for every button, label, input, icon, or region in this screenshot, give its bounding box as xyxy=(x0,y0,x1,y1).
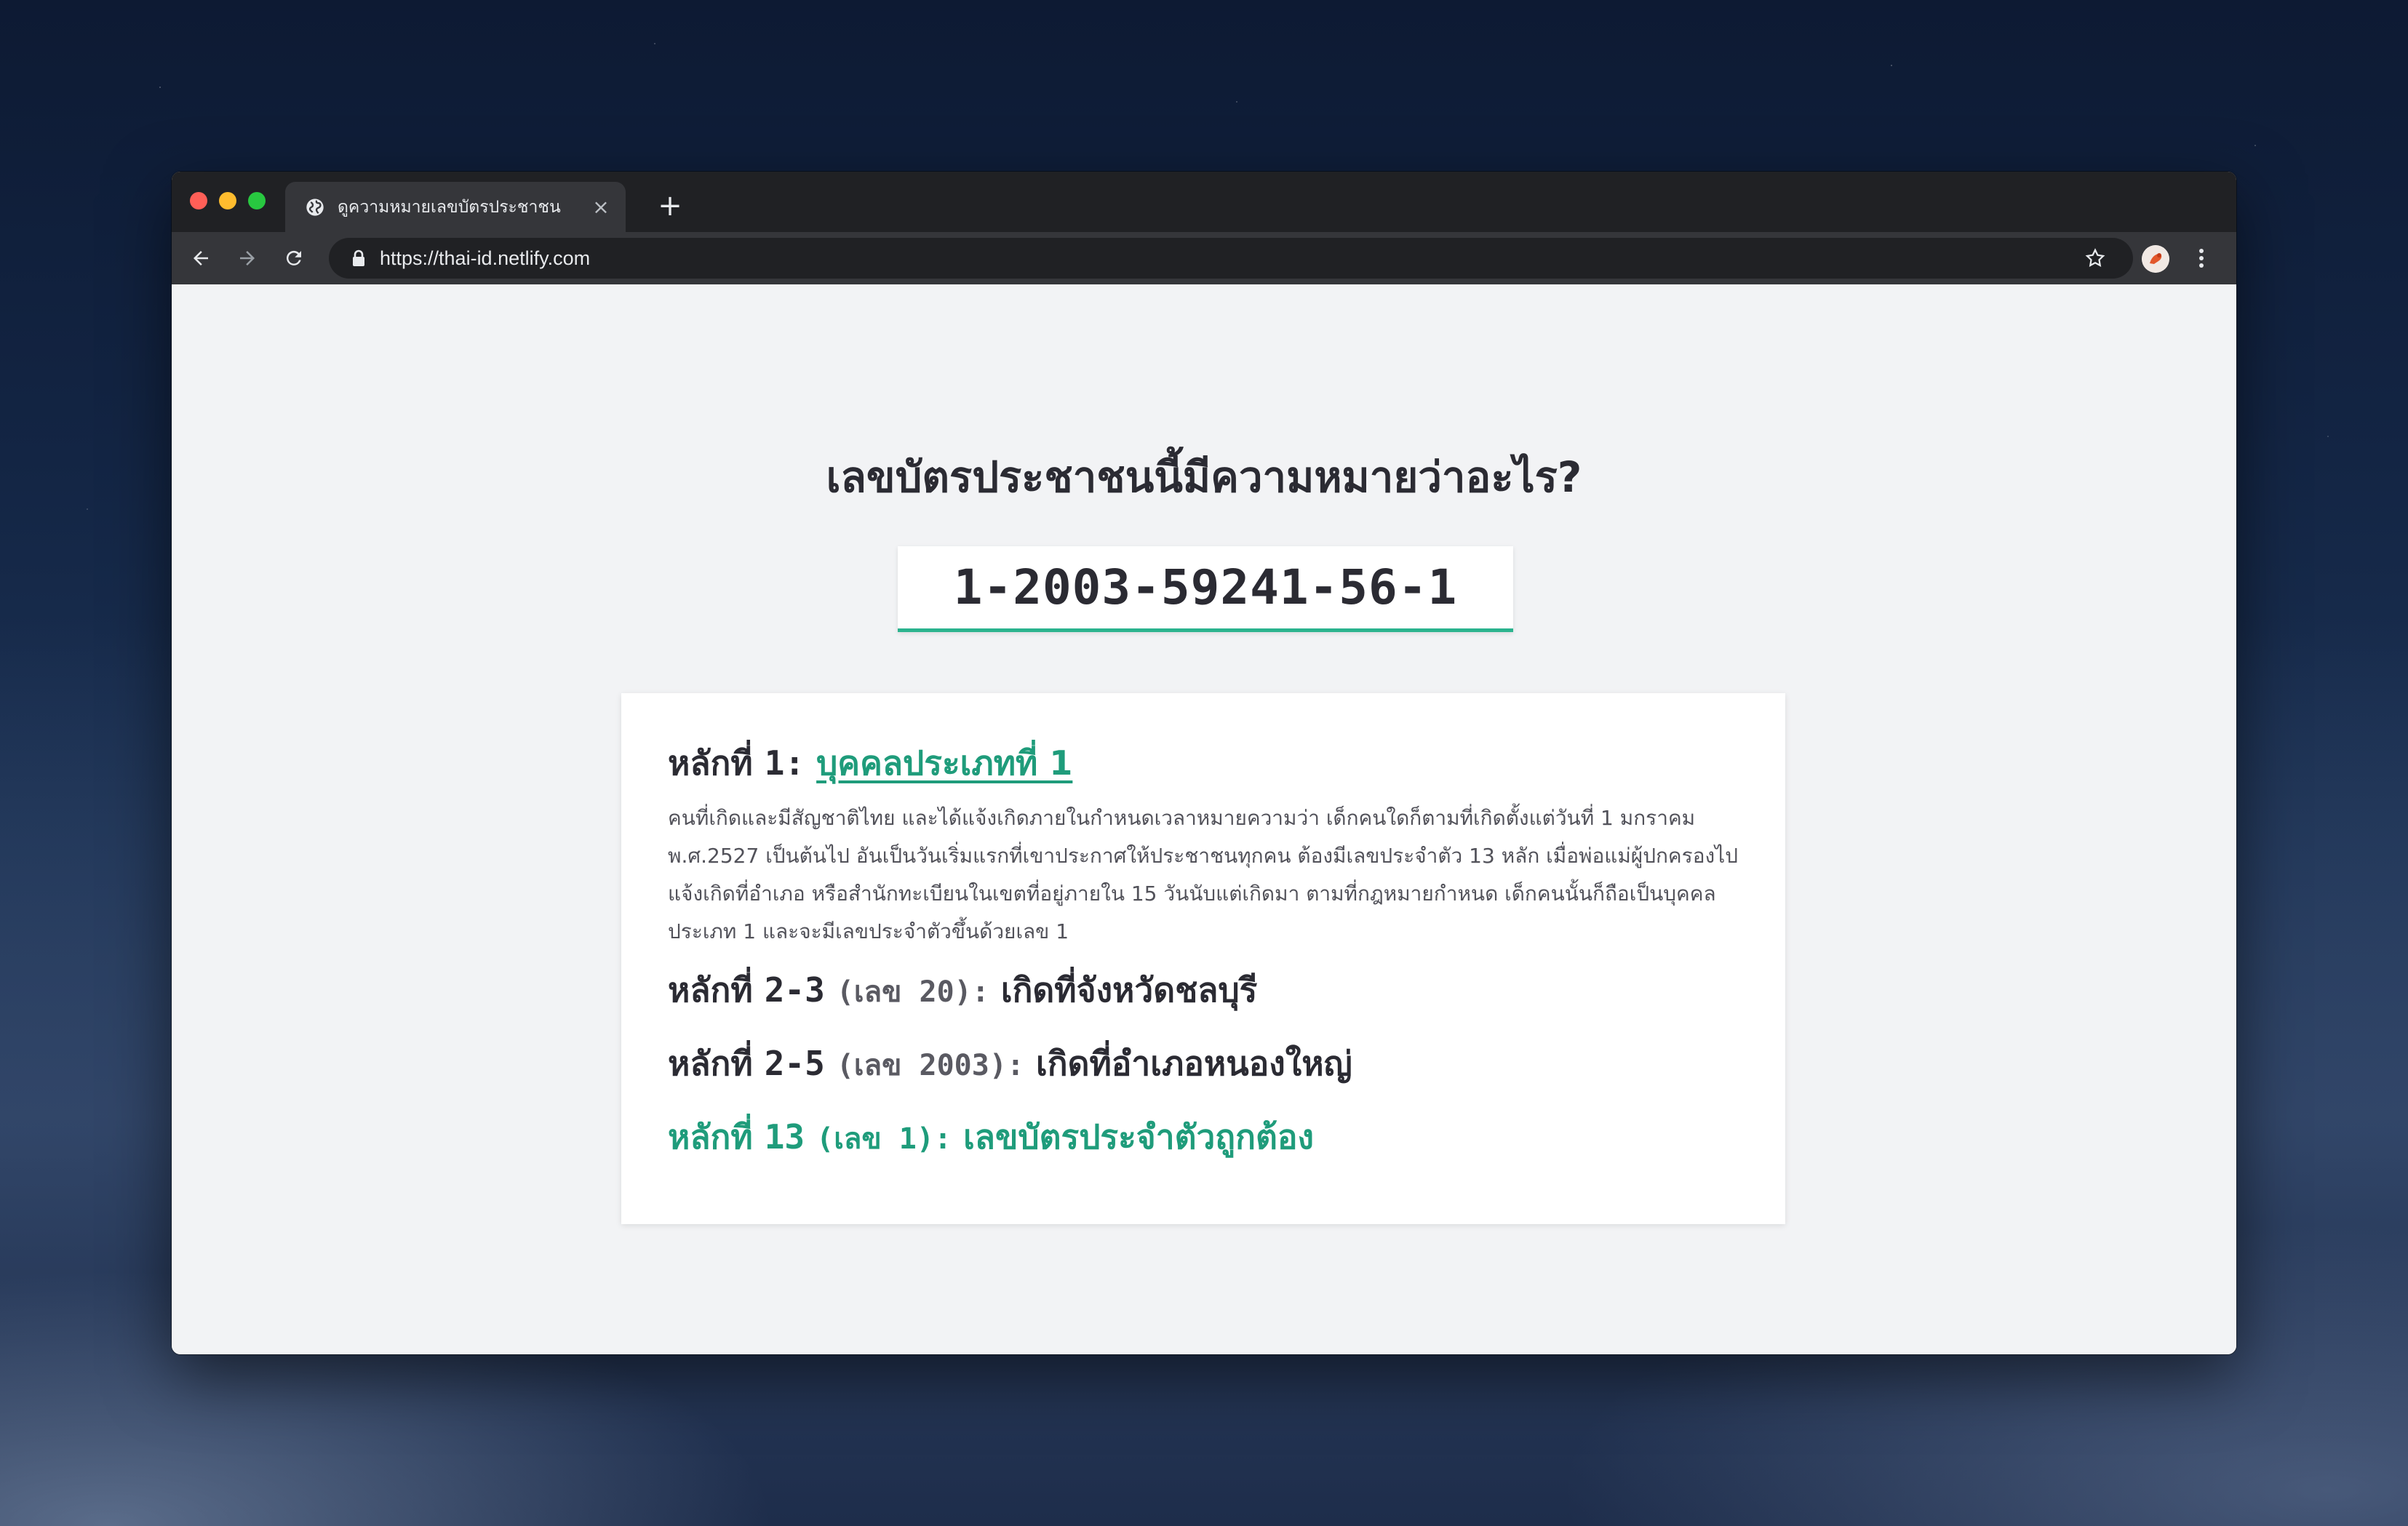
digit-1-heading: หลักที่ 1: บุคคลประเภทที่ 1 xyxy=(668,741,1739,785)
digit-2-3-heading: หลักที่ 2-3 (เลข 20): เกิดที่จังหวัดชลบุ… xyxy=(668,968,1739,1014)
page-title: เลขบัตรประชาชนนี้มีความหมายว่าอะไร? xyxy=(826,452,1582,502)
tab-bar: ดูความหมายเลขบัตรประชาชน × + xyxy=(172,172,2236,232)
digit-1-prefix: หลักที่ xyxy=(668,743,753,783)
digit-1-position: 1: xyxy=(764,743,805,783)
forward-arrow-icon[interactable] xyxy=(230,241,265,276)
browser-window: ดูความหมายเลขบัตรประชาชน × + https://tha… xyxy=(172,172,2236,1354)
new-tab-button[interactable]: + xyxy=(652,188,688,224)
maximize-window-button[interactable] xyxy=(248,192,266,209)
digit-2-3-prefix: หลักที่ xyxy=(668,970,753,1010)
digit-2-5-prefix: หลักที่ xyxy=(668,1044,753,1083)
breakdown-card: หลักที่ 1: บุคคลประเภทที่ 1 คนที่เกิดและ… xyxy=(621,693,1785,1224)
district-label: เกิดที่อำเภอหนองใหญ่ xyxy=(1036,1044,1352,1083)
close-tab-icon[interactable]: × xyxy=(589,195,613,219)
digit-13-position: 13 xyxy=(764,1117,805,1157)
checksum-valid-label: เลขบัตรประจำตัวถูกต้อง xyxy=(963,1117,1314,1157)
tab-title: ดูความหมายเลขบัตรประชาชน xyxy=(338,197,561,217)
browser-tab[interactable]: ดูความหมายเลขบัตรประชาชน × xyxy=(285,182,626,232)
digit-2-5-position: 2-5 xyxy=(764,1044,825,1083)
back-arrow-icon[interactable] xyxy=(183,241,218,276)
digit-2-5-number: (เลข 2003): xyxy=(836,1049,1024,1082)
digit-2-3-position: 2-3 xyxy=(764,970,825,1010)
person-type-link[interactable]: บุคคลประเภทที่ 1 xyxy=(816,743,1072,783)
browser-toolbar: https://thai-id.netlify.com xyxy=(172,232,2236,284)
id-number-input[interactable]: 1-2003-59241-56-1 xyxy=(898,546,1513,632)
page-viewport: เลขบัตรประชาชนนี้มีความหมายว่าอะไร? 1-20… xyxy=(172,284,2236,1354)
bookmark-star-icon[interactable] xyxy=(2081,244,2110,273)
minimize-window-button[interactable] xyxy=(219,192,236,209)
id-number-value: 1-2003-59241-56-1 xyxy=(953,559,1458,615)
province-label: เกิดที่จังหวัดชลบุรี xyxy=(1000,970,1258,1010)
digit-13-prefix: หลักที่ xyxy=(668,1117,753,1157)
digit-2-5-heading: หลักที่ 2-5 (เลข 2003): เกิดที่อำเภอหนอง… xyxy=(668,1042,1739,1087)
lock-icon xyxy=(349,249,368,268)
digit-13-heading: หลักที่ 13 (เลข 1): เลขบัตรประจำตัวถูกต้… xyxy=(668,1115,1739,1161)
digit-13-number: (เลข 1): xyxy=(816,1122,952,1156)
digit-2-3-number: (เลข 20): xyxy=(836,975,989,1009)
globe-icon xyxy=(304,196,326,218)
more-vert-icon[interactable] xyxy=(2185,242,2217,274)
profile-avatar[interactable] xyxy=(2142,245,2169,273)
close-window-button[interactable] xyxy=(190,192,207,209)
address-bar[interactable]: https://thai-id.netlify.com xyxy=(329,238,2133,279)
digit-1-description: คนที่เกิดและมีสัญชาติไทย และได้แจ้งเกิดภ… xyxy=(668,806,1739,943)
url-text: https://thai-id.netlify.com xyxy=(380,247,591,269)
reload-icon[interactable] xyxy=(276,241,311,276)
